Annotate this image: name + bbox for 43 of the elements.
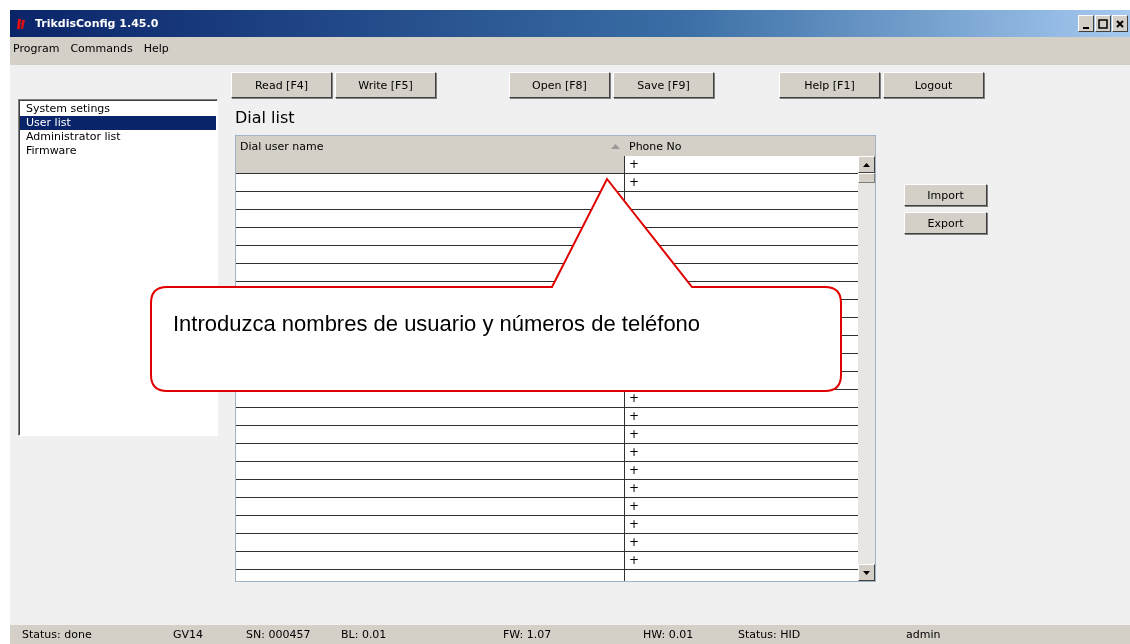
maximize-button[interactable] <box>1095 15 1111 32</box>
scroll-bar[interactable] <box>858 156 875 581</box>
status-text: SN: 000457 <box>246 628 312 641</box>
toolbar-button[interactable]: Save [F9] <box>613 72 714 98</box>
column-header[interactable]: Phone No <box>626 136 682 156</box>
menu-item[interactable]: Program <box>13 41 60 55</box>
list-item[interactable]: Administrator list <box>20 130 216 144</box>
scroll-thumb[interactable] <box>858 173 875 183</box>
up-triangle-icon <box>863 162 870 167</box>
toolbar-button[interactable]: Read [F4] <box>231 72 332 98</box>
toolbar-button[interactable]: Help [F1] <box>779 72 880 98</box>
window-title: TrikdisConfig 1.45.0 <box>35 17 159 30</box>
status-text: GV14 <box>173 628 205 641</box>
page-title: Dial list <box>235 108 296 127</box>
toolbar-button[interactable]: Write [F5] <box>335 72 436 98</box>
tooltip-text: Introduzca nombres de usuario y números de teléfono <box>173 311 701 337</box>
menu-item[interactable]: Help <box>143 41 169 55</box>
minimize-icon <box>1083 26 1089 29</box>
table-cell[interactable] <box>236 156 625 173</box>
close-button[interactable] <box>1112 15 1128 32</box>
status-text: BL: 0.01 <box>341 628 388 641</box>
list-item[interactable]: System setings <box>20 102 216 116</box>
scroll-down-button[interactable] <box>858 564 875 581</box>
toolbar-button[interactable]: Logout <box>883 72 984 98</box>
scroll-up-button[interactable] <box>858 156 875 173</box>
status-text: Status: done <box>22 628 93 641</box>
status-text: HW: 0.01 <box>643 628 695 641</box>
list-item[interactable]: User list <box>20 116 216 130</box>
maximize-icon <box>1098 18 1108 29</box>
sort-arrow-icon <box>611 143 620 149</box>
status-text: FW: 1.07 <box>503 628 553 641</box>
action-button[interactable]: Import <box>904 184 987 206</box>
menu-item[interactable]: Commands <box>70 41 133 55</box>
toolbar-button[interactable]: Open [F8] <box>509 72 610 98</box>
action-button[interactable]: Export <box>904 212 987 234</box>
list-item[interactable]: Firmware <box>20 144 216 158</box>
status-text: Status: HID <box>738 628 802 641</box>
minimize-button[interactable] <box>1078 15 1094 32</box>
status-text: admin <box>906 628 942 641</box>
column-header[interactable]: Dial user name <box>236 136 626 156</box>
down-triangle-icon <box>863 570 870 575</box>
close-icon <box>1116 19 1124 28</box>
app-icon <box>17 18 25 29</box>
